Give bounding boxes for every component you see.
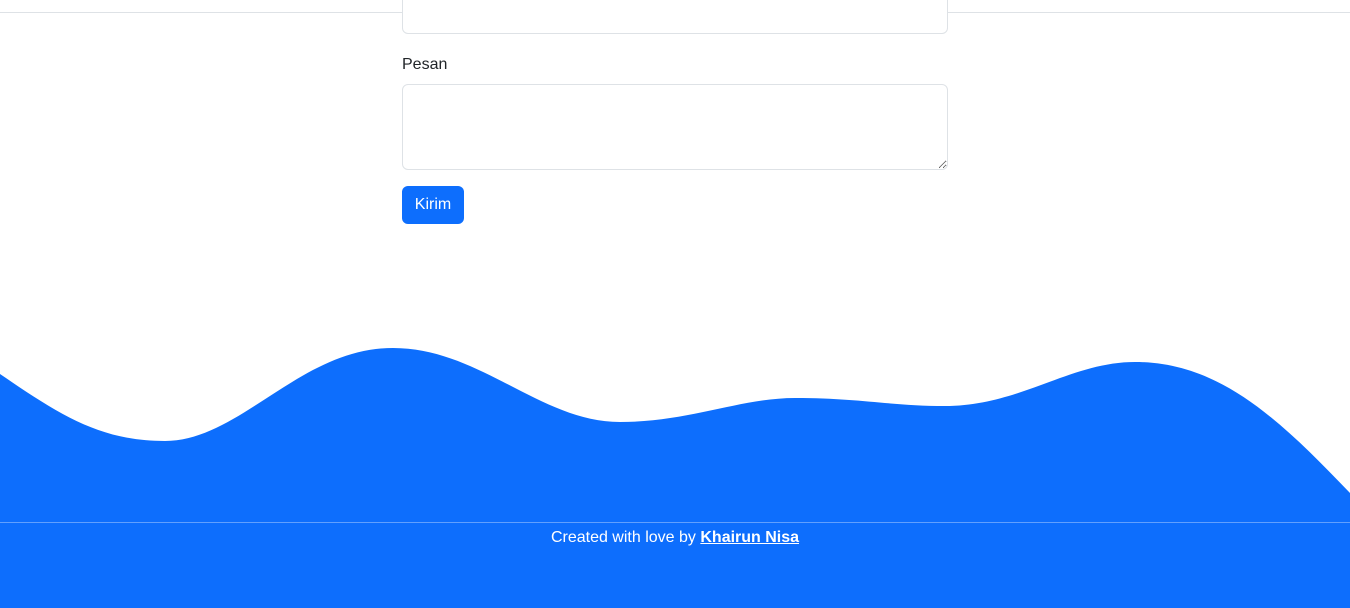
wave-decoration bbox=[0, 348, 1350, 530]
previous-form-field[interactable] bbox=[402, 0, 948, 34]
message-label: Pesan bbox=[402, 56, 448, 73]
author-link[interactable]: Khairun Nisa bbox=[700, 529, 799, 546]
footer-credit-prefix: Created with love by bbox=[550, 529, 696, 546]
wave-shape bbox=[0, 348, 1350, 530]
page: Pesan Kirim Created with love by Khairun… bbox=[0, 0, 1350, 608]
footer: Created with love by Khairun Nisa bbox=[0, 522, 1350, 608]
footer-text: Created with love by Khairun Nisa bbox=[551, 528, 799, 548]
message-textarea[interactable] bbox=[402, 84, 948, 170]
submit-button[interactable]: Kirim bbox=[402, 186, 464, 224]
